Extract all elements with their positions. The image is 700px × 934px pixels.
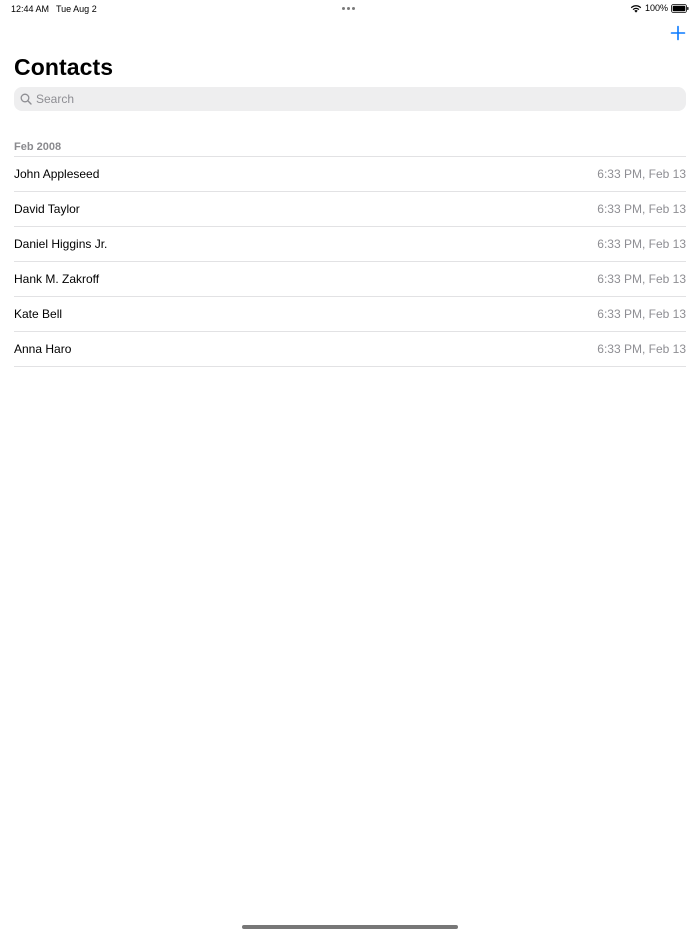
status-time: 12:44 AM [11, 4, 50, 14]
contact-name: Kate Bell [14, 307, 63, 321]
search-icon [20, 93, 32, 105]
contact-name: David Taylor [14, 202, 80, 216]
list-item[interactable]: Hank M. Zakroff 6:33 PM, Feb 13 [14, 262, 686, 297]
contact-timestamp: 6:33 PM, Feb 13 [597, 272, 686, 286]
contact-name: Hank M. Zakroff [14, 272, 100, 286]
contact-timestamp: 6:33 PM, Feb 13 [597, 237, 686, 251]
status-bar: 12:44 AM Tue Aug 2 100% [0, 0, 700, 18]
status-right: 100% [630, 3, 689, 13]
home-indicator[interactable] [242, 925, 458, 929]
search-bar[interactable] [14, 87, 686, 111]
list-item[interactable]: Anna Haro 6:33 PM, Feb 13 [14, 332, 686, 367]
battery-icon [671, 3, 689, 13]
section-header: Feb 2008 [14, 141, 62, 153]
status-date: Tue Aug 2 [56, 4, 97, 14]
contacts-screen: 12:44 AM Tue Aug 2 100% Contacts Search … [0, 0, 700, 934]
contact-name: John Appleseed [14, 167, 100, 181]
page-title: Contacts [14, 54, 114, 80]
list-item[interactable]: David Taylor 6:33 PM, Feb 13 [14, 192, 686, 227]
list-item[interactable]: Kate Bell 6:33 PM, Feb 13 [14, 297, 686, 332]
contact-timestamp: 6:33 PM, Feb 13 [597, 167, 686, 181]
plus-icon [670, 25, 686, 41]
contact-name: Anna Haro [14, 342, 72, 356]
list-item[interactable]: John Appleseed 6:33 PM, Feb 13 [14, 157, 686, 192]
contact-name: Daniel Higgins Jr. [14, 237, 108, 251]
contacts-list: John Appleseed 6:33 PM, Feb 13 David Tay… [14, 156, 686, 367]
contact-timestamp: 6:33 PM, Feb 13 [597, 202, 686, 216]
contact-timestamp: 6:33 PM, Feb 13 [597, 307, 686, 321]
contact-timestamp: 6:33 PM, Feb 13 [597, 342, 686, 356]
battery-percent: 100% [644, 3, 668, 13]
search-input[interactable] [36, 92, 676, 106]
add-contact-button[interactable] [670, 25, 686, 41]
multitasking-dots-icon[interactable] [342, 7, 355, 10]
wifi-icon [630, 4, 642, 13]
list-item[interactable]: Daniel Higgins Jr. 6:33 PM, Feb 13 [14, 227, 686, 262]
